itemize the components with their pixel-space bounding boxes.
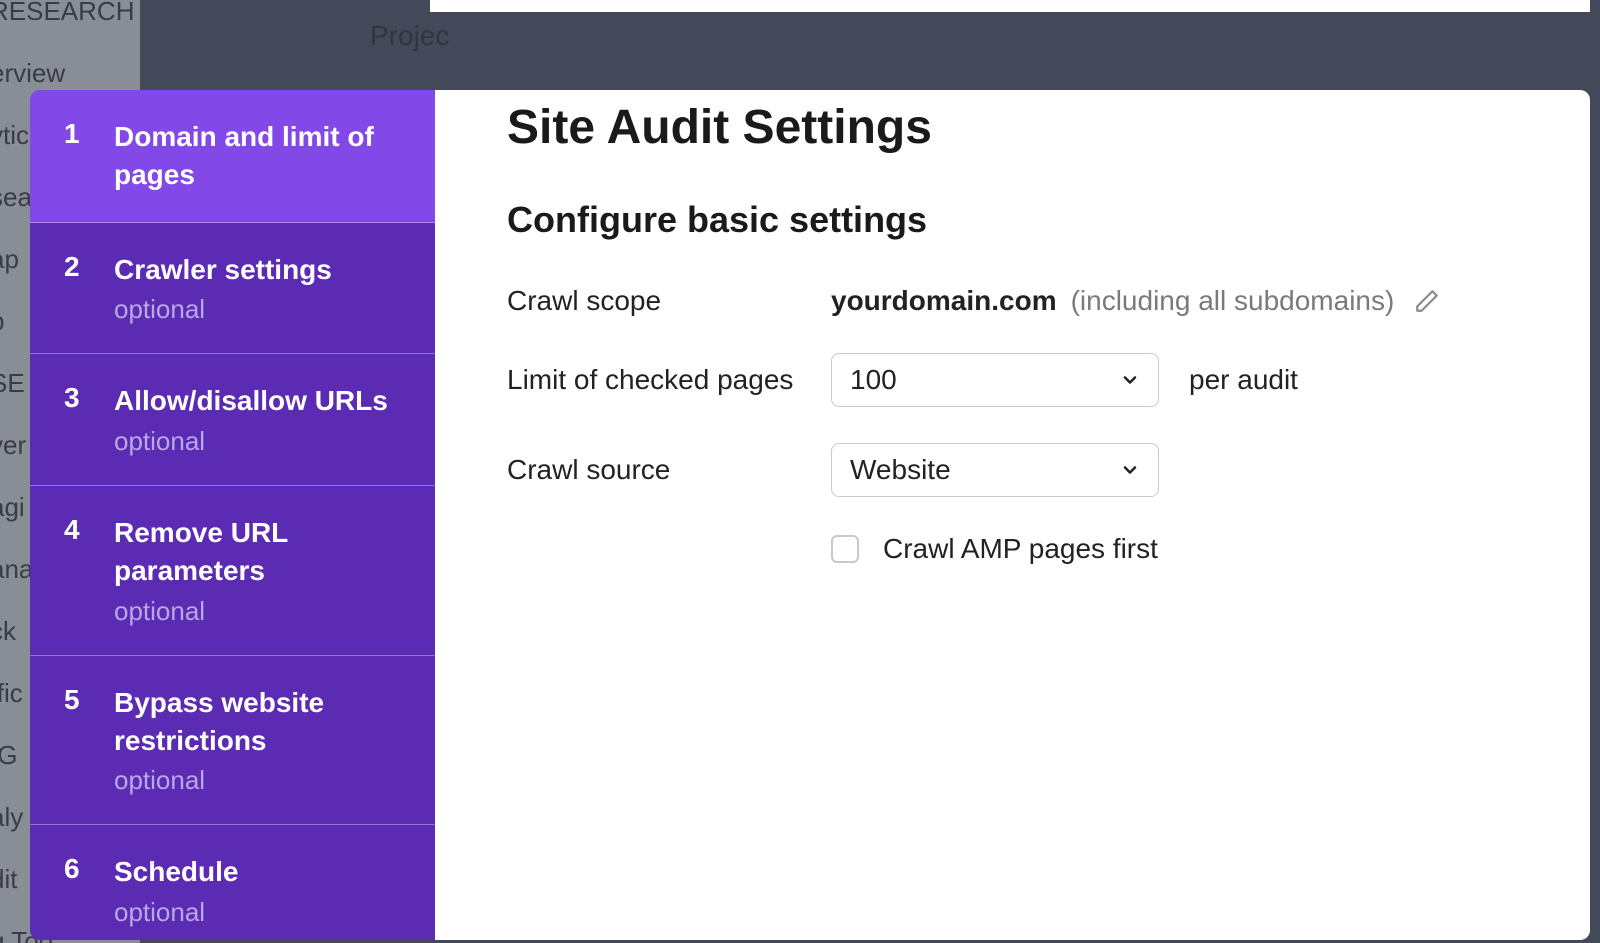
limit-pages-label: Limit of checked pages (507, 364, 831, 396)
chevron-down-icon (1120, 370, 1140, 390)
settings-steps-sidebar: 1 Domain and limit of pages 2 Crawler se… (30, 90, 435, 940)
pencil-icon[interactable] (1412, 286, 1442, 316)
limit-pages-selected-value: 100 (850, 364, 897, 396)
step-title: Bypass website restrictions (114, 684, 405, 760)
step-remove-url-parameters[interactable]: 4 Remove URL parameters optional (30, 486, 435, 656)
step-number: 1 (64, 118, 114, 194)
step-optional-label: optional (114, 426, 405, 457)
step-allow-disallow-urls[interactable]: 3 Allow/disallow URLs optional (30, 354, 435, 486)
crawl-source-row: Crawl source Website (507, 443, 1518, 497)
step-schedule[interactable]: 6 Schedule optional (30, 825, 435, 940)
step-optional-label: optional (114, 897, 405, 928)
crawl-source-selected-value: Website (850, 454, 951, 486)
crawl-scope-label: Crawl scope (507, 285, 831, 317)
step-bypass-restrictions[interactable]: 5 Bypass website restrictions optional (30, 656, 435, 826)
modal-panel-bg (430, 0, 1590, 12)
crawl-scope-row: Crawl scope yourdomain.com (including al… (507, 285, 1518, 317)
step-optional-label: optional (114, 294, 405, 325)
step-number: 2 (64, 251, 114, 326)
step-title: Domain and limit of pages (114, 118, 405, 194)
settings-content-panel: Site Audit Settings Configure basic sett… (435, 90, 1590, 940)
step-domain-limit[interactable]: 1 Domain and limit of pages (30, 90, 435, 223)
crawl-scope-note: (including all subdomains) (1071, 285, 1395, 317)
modal-title: Site Audit Settings (507, 100, 1518, 155)
crawl-amp-row: Crawl AMP pages first (831, 533, 1518, 565)
limit-pages-select[interactable]: 100 (831, 353, 1159, 407)
step-optional-label: optional (114, 765, 405, 796)
step-number: 4 (64, 514, 114, 627)
crawl-scope-value: yourdomain.com (831, 285, 1057, 317)
limit-pages-suffix: per audit (1189, 364, 1298, 396)
modal-subtitle: Configure basic settings (507, 199, 1518, 241)
step-title: Crawler settings (114, 251, 405, 289)
step-crawler-settings[interactable]: 2 Crawler settings optional (30, 223, 435, 355)
limit-pages-row: Limit of checked pages 100 per audit (507, 353, 1518, 407)
step-number: 5 (64, 684, 114, 797)
crawl-amp-checkbox[interactable] (831, 535, 859, 563)
site-audit-settings-modal: 1 Domain and limit of pages 2 Crawler se… (30, 90, 1590, 940)
crawl-source-select[interactable]: Website (831, 443, 1159, 497)
step-number: 6 (64, 853, 114, 928)
background-topbar-text: Projec (370, 20, 449, 52)
step-title: Schedule (114, 853, 405, 891)
step-title: Allow/disallow URLs (114, 382, 405, 420)
crawl-source-label: Crawl source (507, 454, 831, 486)
crawl-amp-label: Crawl AMP pages first (883, 533, 1158, 565)
step-optional-label: optional (114, 596, 405, 627)
chevron-down-icon (1120, 460, 1140, 480)
step-number: 3 (64, 382, 114, 457)
step-title: Remove URL parameters (114, 514, 405, 590)
